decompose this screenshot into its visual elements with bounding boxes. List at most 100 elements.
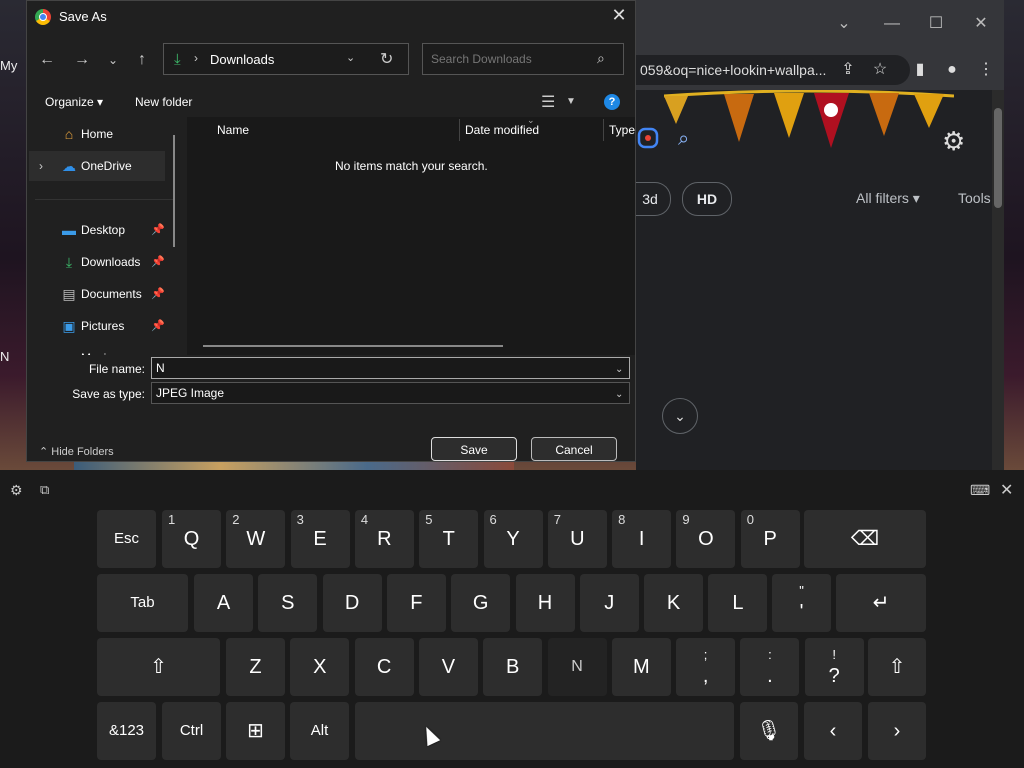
- file-name-input[interactable]: [151, 357, 630, 379]
- maximize-button[interactable]: ☐: [926, 14, 946, 34]
- organize-button[interactable]: Organize ▾: [45, 95, 103, 109]
- search-icon[interactable]: ⌕: [678, 128, 689, 151]
- chevron-right-icon[interactable]: ›: [39, 159, 43, 173]
- right-arrow-key[interactable]: ›: [868, 702, 926, 760]
- key-d[interactable]: D: [322, 574, 382, 632]
- microphone-key[interactable]: 🎙: [740, 702, 798, 760]
- side-panel-icon[interactable]: ▮: [910, 60, 930, 80]
- chevron-down-icon[interactable]: ⌄: [662, 398, 698, 434]
- address-bar[interactable]: ⤓ › Downloads ⌄ ↻: [163, 43, 409, 75]
- search-icon[interactable]: ⌕: [597, 50, 605, 67]
- chevron-down-icon[interactable]: ⌄: [102, 49, 124, 71]
- hide-folders-button[interactable]: ⌃ Hide Folders: [39, 445, 114, 458]
- key-v[interactable]: V: [418, 638, 478, 696]
- new-folder-button[interactable]: New folder: [135, 95, 192, 109]
- key-b[interactable]: B: [483, 638, 543, 696]
- horizontal-scrollbar[interactable]: [203, 345, 503, 347]
- lens-icon[interactable]: [636, 126, 660, 150]
- forward-arrow-icon[interactable]: →: [71, 49, 93, 71]
- keyboard-layout-icon[interactable]: ⌨: [970, 482, 990, 499]
- key-c[interactable]: C: [354, 638, 414, 696]
- back-arrow-icon[interactable]: ←: [36, 49, 58, 71]
- key-j[interactable]: J: [579, 574, 639, 632]
- filter-chip-hd[interactable]: HD: [682, 182, 732, 216]
- gear-icon[interactable]: ⚙: [10, 482, 23, 499]
- key-k[interactable]: K: [644, 574, 704, 632]
- undock-icon[interactable]: ⧉: [40, 482, 49, 498]
- key-punctuation[interactable]: :.: [740, 638, 800, 696]
- key-esc[interactable]: Esc: [97, 510, 156, 568]
- key-m[interactable]: M: [611, 638, 671, 696]
- chevron-down-icon[interactable]: ⌄: [615, 389, 623, 400]
- column-divider[interactable]: [603, 119, 604, 141]
- menu-icon[interactable]: ⋮: [976, 60, 996, 80]
- key-x[interactable]: X: [290, 638, 350, 696]
- key-r[interactable]: R4: [354, 510, 414, 568]
- share-icon[interactable]: ⇪: [838, 60, 858, 80]
- view-options-icon[interactable]: ☰: [541, 92, 555, 112]
- key-q[interactable]: Q1: [162, 510, 221, 568]
- key-punctuation[interactable]: ;,: [676, 638, 736, 696]
- sidebar-item-pictures[interactable]: ▣ Pictures 📌: [29, 311, 165, 341]
- gear-icon[interactable]: ⚙: [942, 126, 965, 157]
- chevron-down-icon[interactable]: ⌄: [615, 364, 623, 375]
- windows-key[interactable]: ⊞: [226, 702, 285, 760]
- save-as-type-select[interactable]: JPEG Image: [151, 382, 630, 404]
- key-punctuation[interactable]: " ': [772, 574, 831, 632]
- key-g[interactable]: G: [451, 574, 511, 632]
- search-input[interactable]: [422, 43, 624, 75]
- key-e[interactable]: E3: [290, 510, 350, 568]
- key-f[interactable]: F: [386, 574, 446, 632]
- key-w[interactable]: W2: [226, 510, 286, 568]
- sidebar-item-downloads[interactable]: ⤓ Downloads 📌: [29, 247, 165, 277]
- key-punctuation[interactable]: !?: [804, 638, 864, 696]
- key-o[interactable]: O9: [676, 510, 736, 568]
- help-icon[interactable]: ?: [604, 94, 620, 110]
- key-l[interactable]: L: [708, 574, 768, 632]
- close-icon[interactable]: ✕: [1000, 480, 1013, 500]
- column-divider[interactable]: [459, 119, 460, 141]
- sidebar-item-documents[interactable]: ▤ Documents 📌: [29, 279, 165, 309]
- sidebar-item-home[interactable]: ⌂ Home: [29, 119, 165, 149]
- address-bar[interactable]: 059&oq=nice+lookin+wallpa...: [636, 55, 910, 85]
- left-arrow-key[interactable]: ‹: [804, 702, 862, 760]
- close-icon[interactable]: ✕: [607, 5, 631, 26]
- key-ctrl[interactable]: Ctrl: [162, 702, 221, 760]
- up-arrow-icon[interactable]: ↑: [131, 49, 153, 71]
- sidebar-item-desktop[interactable]: ▬ Desktop 📌: [29, 215, 165, 245]
- key-s[interactable]: S: [258, 574, 318, 632]
- bookmark-star-icon[interactable]: ☆: [870, 60, 890, 80]
- tab-search-icon[interactable]: ⌄: [834, 14, 854, 34]
- key-p[interactable]: P0: [740, 510, 800, 568]
- scrollbar[interactable]: [173, 135, 175, 247]
- scrollbar-thumb[interactable]: [994, 108, 1002, 208]
- key-a[interactable]: A: [194, 574, 253, 632]
- shift-left-key[interactable]: ⇧: [97, 638, 220, 696]
- sidebar-item-onedrive[interactable]: › ☁ OneDrive: [29, 151, 165, 181]
- key-t[interactable]: T5: [419, 510, 479, 568]
- backspace-key[interactable]: ⌫: [804, 510, 926, 568]
- key-n[interactable]: N: [547, 638, 607, 696]
- breadcrumb[interactable]: Downloads: [210, 52, 274, 67]
- column-header-date[interactable]: Date modified: [465, 123, 539, 137]
- all-filters-button[interactable]: All filters ▾: [856, 190, 920, 207]
- browser-close-button[interactable]: ✕: [971, 14, 991, 34]
- scrollbar[interactable]: [992, 90, 1004, 470]
- refresh-icon[interactable]: ↻: [380, 49, 393, 69]
- enter-key[interactable]: ↵: [836, 574, 926, 632]
- key-y[interactable]: Y6: [483, 510, 543, 568]
- key-i[interactable]: I8: [612, 510, 672, 568]
- space-key[interactable]: [355, 702, 734, 760]
- chevron-down-icon[interactable]: ▼: [566, 96, 576, 107]
- key-123[interactable]: &123: [97, 702, 156, 760]
- key-tab[interactable]: Tab: [97, 574, 188, 632]
- save-button[interactable]: Save: [431, 437, 517, 461]
- chevron-down-icon[interactable]: ⌄: [346, 51, 355, 64]
- key-alt[interactable]: Alt: [290, 702, 349, 760]
- profile-icon[interactable]: ●: [942, 60, 962, 80]
- shift-right-key[interactable]: ⇧: [868, 638, 926, 696]
- filter-chip-3d[interactable]: 3d: [630, 182, 671, 216]
- column-header-name[interactable]: Name: [217, 123, 249, 137]
- breadcrumb-chevron-icon[interactable]: ›: [194, 51, 198, 65]
- key-z[interactable]: Z: [226, 638, 285, 696]
